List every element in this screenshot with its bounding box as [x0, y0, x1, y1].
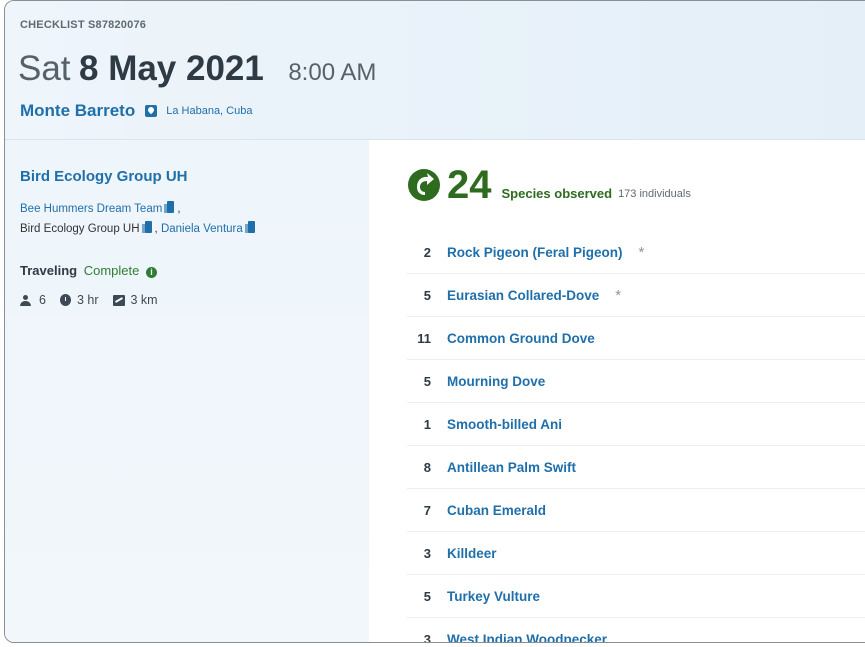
- shared-checklist-icon[interactable]: [164, 201, 175, 213]
- stopwatch-icon: [59, 294, 71, 306]
- species-row-name[interactable]: West Indian Woodpecker: [447, 632, 607, 643]
- species-row-name[interactable]: Smooth-billed Ani: [447, 417, 562, 432]
- date-day: Sat: [18, 49, 71, 88]
- observer-separator: ,: [154, 223, 158, 235]
- checklist-date: Sat 8 May 2021 8:00 AM: [18, 49, 376, 89]
- species-list: 2 Rock Pigeon (Feral Pigeon) * 5 Eurasia…: [407, 231, 865, 643]
- species-row: 5 Eurasian Collared-Dove *: [407, 274, 865, 317]
- observer-list: Bee Hummers Dream Team, Bird Ecology Gro…: [20, 199, 258, 239]
- species-row: 2 Rock Pigeon (Feral Pigeon) *: [407, 231, 865, 274]
- location-region-link[interactable]: La Habana, Cuba: [166, 105, 252, 117]
- species-row-count: 3: [423, 631, 431, 643]
- species-row-count: 5: [423, 588, 431, 604]
- observer-line-2: Bird Ecology Group UH, Daniela Ventura: [20, 219, 258, 239]
- species-label: Species observed: [501, 186, 613, 201]
- individuals-count: 173 individuals: [618, 188, 691, 200]
- species-row-count: 5: [423, 287, 431, 303]
- location: Monte Barreto La Habana, Cuba: [20, 101, 252, 121]
- species-observed-icon: [408, 169, 440, 201]
- party-size: 6: [20, 293, 46, 307]
- species-row: 1 Smooth-billed Ani: [407, 403, 865, 446]
- species-row-count: 1: [423, 416, 431, 432]
- exotic-flag-icon[interactable]: *: [615, 287, 621, 304]
- shared-checklist-icon[interactable]: [244, 221, 255, 233]
- species-row: 5 Turkey Vulture: [407, 575, 865, 618]
- protocol: Traveling Complete i: [20, 263, 157, 278]
- checklist-window: CHECKLIST S87820076 Sat 8 May 2021 8:00 …: [4, 0, 865, 643]
- effort-stats: 6 3 hr 3 km: [20, 293, 172, 307]
- date-time: 8:00 AM: [288, 59, 377, 86]
- distance-value: 3 km: [130, 293, 158, 307]
- group-name-link[interactable]: Bird Ecology Group UH: [20, 168, 188, 185]
- observer-separator: ,: [177, 203, 181, 215]
- species-row: 11 Common Ground Dove: [407, 317, 865, 360]
- species-row-count: 8: [423, 459, 431, 475]
- species-row-count: 11: [417, 330, 431, 346]
- species-row: 5 Mourning Dove: [407, 360, 865, 403]
- shared-checklist-icon[interactable]: [141, 221, 152, 233]
- species-panel: 24 Species observed 173 individuals 2 Ro…: [369, 140, 865, 642]
- route-map-icon: [112, 294, 125, 306]
- species-count: 24: [447, 163, 492, 207]
- date-main: 8 May 2021: [79, 49, 264, 88]
- species-row-name[interactable]: Eurasian Collared-Dove: [447, 288, 599, 303]
- species-row-name[interactable]: Cuban Emerald: [447, 503, 546, 518]
- distance: 3 km: [112, 293, 158, 307]
- observer-name: Bird Ecology Group UH: [20, 223, 140, 235]
- checklist-sidebar: Bird Ecology Group UH Bee Hummers Dream …: [5, 140, 369, 642]
- protocol-status: Complete: [83, 263, 140, 278]
- species-row-name[interactable]: Rock Pigeon (Feral Pigeon): [447, 245, 623, 260]
- species-row-name[interactable]: Antillean Palm Swift: [447, 460, 576, 475]
- species-row: 8 Antillean Palm Swift: [407, 446, 865, 489]
- species-row-count: 5: [423, 373, 431, 389]
- map-pin-icon[interactable]: [145, 105, 158, 117]
- species-row: 3 Killdeer: [407, 532, 865, 575]
- duration: 3 hr: [59, 293, 99, 307]
- species-row: 3 West Indian Woodpecker: [407, 618, 865, 643]
- species-row: 7 Cuban Emerald: [407, 489, 865, 532]
- observer-link[interactable]: Daniela Ventura: [161, 223, 243, 235]
- checklist-id: CHECKLIST S87820076: [20, 19, 147, 31]
- observer-line-1: Bee Hummers Dream Team,: [20, 199, 258, 219]
- species-row-name[interactable]: Mourning Dove: [447, 374, 545, 389]
- exotic-flag-icon[interactable]: *: [639, 244, 645, 261]
- party-size-value: 6: [39, 293, 46, 307]
- species-row-name[interactable]: Killdeer: [447, 546, 497, 561]
- observer-link[interactable]: Bee Hummers Dream Team: [20, 203, 162, 215]
- person-icon: [20, 294, 32, 306]
- species-row-count: 3: [423, 545, 431, 561]
- duration-value: 3 hr: [76, 293, 99, 307]
- protocol-name: Traveling: [20, 263, 78, 278]
- info-icon[interactable]: i: [145, 267, 157, 278]
- species-row-count: 2: [423, 244, 431, 260]
- species-row-count: 7: [423, 502, 431, 518]
- species-summary: 24 Species observed 173 individuals: [407, 165, 691, 205]
- location-name-link[interactable]: Monte Barreto: [20, 101, 135, 121]
- checklist-header: CHECKLIST S87820076 Sat 8 May 2021 8:00 …: [5, 1, 865, 140]
- species-row-name[interactable]: Common Ground Dove: [447, 331, 595, 346]
- species-row-name[interactable]: Turkey Vulture: [447, 589, 540, 604]
